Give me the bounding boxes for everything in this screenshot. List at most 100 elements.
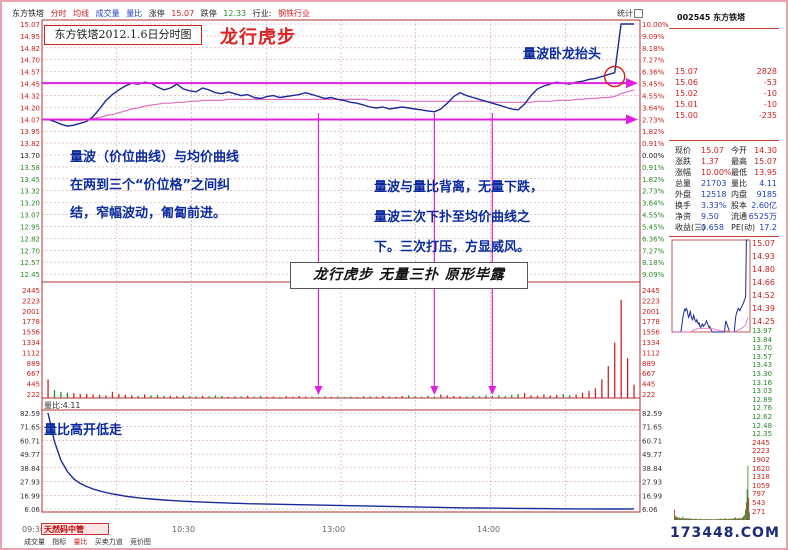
- quote-value: 1.37: [701, 157, 719, 166]
- ratio-tick-label: 71.65: [642, 424, 662, 432]
- quote-value: 17.2: [759, 223, 777, 232]
- ask-price: 15.02: [675, 89, 698, 98]
- volume-bar: [562, 394, 564, 398]
- limit-down-price: 12.33: [223, 9, 247, 18]
- percent-tick-label: 1.82%: [642, 128, 665, 136]
- quote-value: 4.11: [759, 179, 777, 188]
- tab-ratio-bottom[interactable]: 量比: [73, 538, 87, 546]
- percent-tick-label: 6.36%: [642, 69, 665, 77]
- volume-tick-label: 222: [642, 391, 655, 399]
- volume-tick-label: 1334: [642, 339, 660, 347]
- volume-bar: [272, 396, 275, 398]
- volume-bar: [433, 396, 436, 398]
- limit-up-price: 15.07: [171, 9, 195, 18]
- quote-label: 外盘: [675, 190, 691, 199]
- percent-tick-label: 7.27%: [642, 57, 665, 65]
- side-tick-text: 271: [752, 507, 766, 516]
- volume-bar: [511, 394, 513, 398]
- volume-bar: [420, 396, 423, 398]
- percent-tick-label: 2.73%: [642, 188, 665, 196]
- volume-tick-label: 445: [27, 381, 40, 389]
- volume-bar: [73, 393, 75, 398]
- volume-tick-label: 1778: [642, 318, 660, 326]
- volume-bar: [350, 396, 352, 398]
- tab-auction[interactable]: 竞价图: [130, 538, 151, 546]
- volume-bar: [189, 396, 191, 398]
- stats-button[interactable]: 统计: [617, 8, 633, 19]
- ratio-tick-label: 16.99: [20, 492, 40, 500]
- price-tick-label: 13.07: [20, 212, 40, 220]
- ask-row[interactable]: 15.07 2828: [675, 66, 777, 77]
- quote-value: 15.07: [754, 157, 777, 166]
- tab-indicator[interactable]: 指标: [52, 538, 66, 546]
- volume-tick-label: 889: [642, 360, 655, 368]
- percent-tick-label: 3.64%: [642, 200, 665, 208]
- mini-tick-text: 14.52: [752, 291, 775, 300]
- quote-label: 涨跌: [675, 157, 691, 166]
- stats-toggle-icon[interactable]: [634, 9, 643, 18]
- ask-volume: -235: [758, 111, 777, 120]
- ratio-tick-label: 82.59: [20, 410, 40, 418]
- price-tick-label: 12.57: [20, 259, 40, 267]
- volume-bar: [298, 396, 300, 398]
- volume-tick-label: 2223: [642, 297, 660, 305]
- volume-bar: [478, 396, 481, 398]
- volume-bar: [626, 358, 629, 398]
- price-tick-label: 12.82: [20, 235, 40, 243]
- price-tick-label: 14.70: [20, 57, 40, 65]
- volume-bar: [485, 395, 487, 398]
- ask-row[interactable]: 15.02 -10: [675, 88, 777, 99]
- ask-row[interactable]: 15.06 -53: [675, 77, 777, 88]
- volume-bar: [118, 394, 120, 398]
- quote-value: 0.658: [701, 223, 724, 232]
- intraday-chart-screenshot: 15.07 10.00% 14.95 9.09% 14.82 8.18% 14.70 7.27…: [0, 0, 788, 550]
- price-tick-label: 13.20: [20, 200, 40, 208]
- volume-bar: [491, 396, 494, 398]
- limit-up-label: 涨停: [148, 9, 165, 18]
- volume-tick-label: 1112: [22, 349, 40, 357]
- tab-avg[interactable]: 均线: [73, 9, 89, 18]
- tab-buy-sell-force[interactable]: 买卖力道: [95, 538, 123, 546]
- tab-time[interactable]: 分时: [51, 9, 67, 18]
- volume-tick-label: 2445: [642, 287, 660, 295]
- price-tick-label: 12.70: [20, 247, 40, 255]
- percent-tick-label: 1.82%: [642, 176, 665, 184]
- watermark: 173448.COM: [670, 525, 780, 541]
- quote-label: 总量: [675, 179, 691, 188]
- volume-bar: [60, 391, 62, 398]
- volume-tick-label: 667: [642, 370, 655, 378]
- volume-bar: [440, 394, 442, 398]
- ask-row[interactable]: 15.00 -235: [675, 110, 777, 121]
- ask-volume: -10: [763, 100, 777, 109]
- marker-arrow-head: [430, 386, 439, 395]
- tab-volume-bottom[interactable]: 成交量: [24, 538, 45, 546]
- volume-bar: [549, 395, 551, 398]
- mini-tick-label: 14.80: [752, 264, 778, 275]
- price-tick-label: 12.95: [20, 223, 40, 231]
- volume-bar: [182, 395, 184, 398]
- quote-value: 13.95: [754, 168, 777, 177]
- volume-bar: [408, 395, 410, 398]
- percent-tick-label: 8.18%: [642, 45, 665, 53]
- volume-bar: [369, 396, 371, 398]
- ratio-tick-label: 38.84: [20, 465, 41, 473]
- ratio-tick-label: 16.99: [642, 492, 662, 500]
- volume-bar: [227, 396, 230, 398]
- percent-tick-label: 9.09%: [642, 33, 665, 41]
- volume-bar: [343, 396, 345, 398]
- ask-price: 15.01: [675, 100, 698, 109]
- percent-tick-label: 8.18%: [642, 259, 665, 267]
- ask-row[interactable]: 15.01 -10: [675, 99, 777, 110]
- volume-tick-label: 445: [642, 381, 655, 389]
- tab-ratio[interactable]: 量比: [126, 9, 142, 18]
- volume-bar: [311, 396, 313, 398]
- percent-tick-label: 4.55%: [642, 92, 665, 100]
- price-tick-label: 14.45: [20, 81, 40, 89]
- quote-label: 今开: [731, 146, 747, 155]
- volume-bar: [150, 395, 152, 398]
- volume-bar: [240, 396, 242, 398]
- tab-volume[interactable]: 成交量: [96, 9, 120, 18]
- limit-down-label: 跌停: [200, 9, 217, 18]
- quote-row: 外盘 12518 内盘 9185: [675, 189, 777, 200]
- volume-bar: [66, 392, 69, 398]
